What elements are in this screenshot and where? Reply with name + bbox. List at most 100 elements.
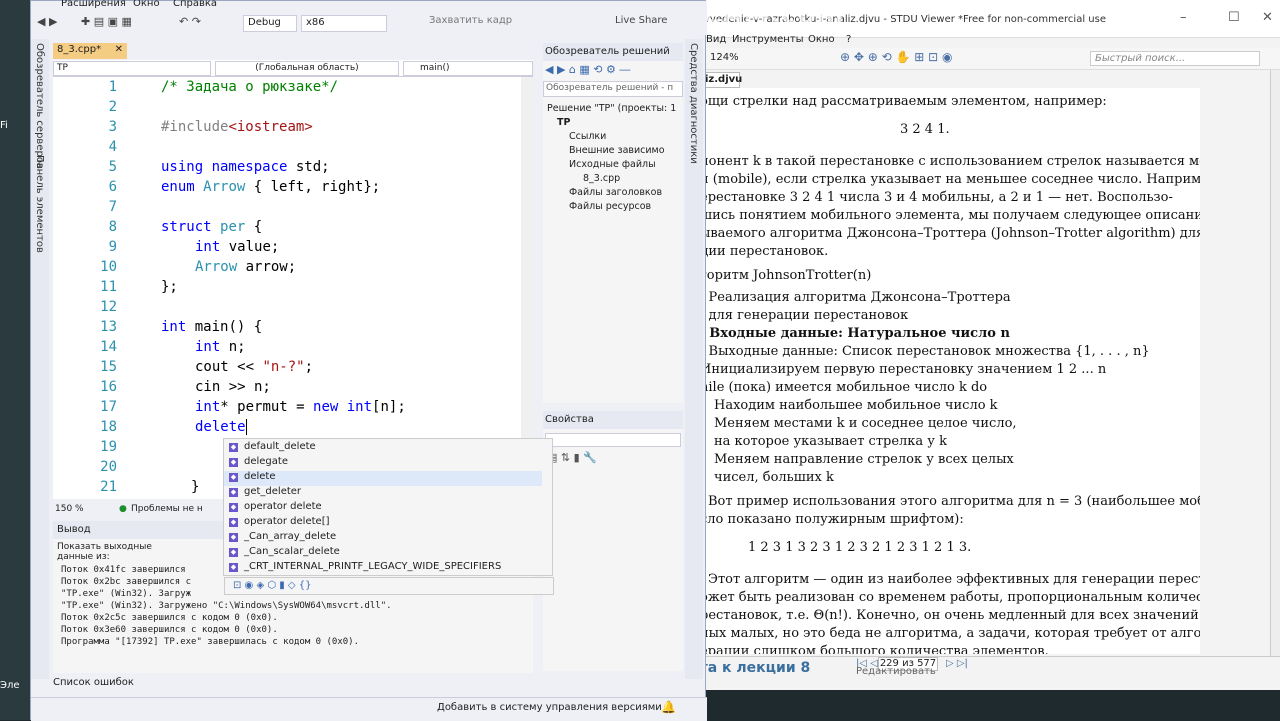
line-number: 15 (100, 359, 117, 375)
member-icon: ◆ (229, 443, 238, 452)
code-keyword: int (195, 239, 221, 255)
config-select[interactable]: Debug (243, 15, 297, 32)
toolbox-tab[interactable]: Панель элементов (34, 155, 45, 253)
add-source-control-button[interactable]: Добавить в систему управления версиями (437, 702, 662, 713)
line-number: 18 (100, 419, 117, 435)
completion-label: _CRT_INTERNAL_PRINTF_LEGACY_WIDE_SPECIFI… (244, 561, 502, 572)
menu-extensions[interactable]: Расширения (61, 0, 126, 9)
page-text-line: ерации слишком большого количества элеме… (700, 644, 1049, 654)
member-icon: ◆ (229, 458, 238, 467)
menu-help[interactable]: Справка (173, 0, 217, 9)
page-text-line: Находим наибольшее мобильное число k (714, 398, 998, 413)
page-text-line: горитм JohnsonTrotter(n) (700, 268, 872, 283)
server-explorer-tab[interactable]: Обозреватель серверов (34, 43, 45, 169)
page-text-line: hile (пока) имеется мобильное число k do (700, 380, 988, 395)
file-tools-icon[interactable]: ✚ ▤ ▣ ▦ (81, 15, 132, 28)
maximize-icon[interactable]: ☐ (1228, 10, 1240, 25)
live-share-button[interactable]: Live Share (615, 15, 667, 26)
page-next-icon[interactable]: ▷ ▷| (946, 658, 968, 669)
desktop-item[interactable]: Эле (0, 680, 28, 694)
code-text: cout << (195, 359, 263, 375)
page-text-line: / для генерации перестановок (700, 308, 909, 323)
line-number: 9 (108, 239, 117, 255)
background-caption: ота к лекции 8 (690, 660, 811, 676)
document-scrollbar[interactable] (1270, 70, 1280, 656)
code-keyword: int (195, 399, 221, 415)
platform-select[interactable]: x86 (301, 15, 387, 32)
completion-filter-bar[interactable]: ⊡ ◉ ◈ ⬡ ▮ ◇ {} (224, 577, 554, 595)
undo-redo-icon[interactable]: ↶ ↷ (179, 15, 201, 28)
solution-node[interactable]: Решение "TP" (проекты: 1 (547, 103, 676, 114)
completion-item[interactable]: ◆ _Can_scalar_delete (224, 546, 542, 561)
scope-dropdown[interactable]: (Глобальная область) (215, 61, 399, 76)
project-node[interactable]: TP (557, 117, 570, 128)
zoom-level[interactable]: 150 % (55, 504, 84, 514)
code-editor[interactable]: 1 2 3 4 5 6 7 8 9 10 11 12 13 14 15 16 17 18 19 20 21 /* Зад… (53, 77, 533, 499)
editor-scrollbar[interactable] (521, 77, 533, 499)
quick-search-input[interactable]: Быстрый поиск... (1090, 51, 1260, 66)
menu-window[interactable]: Окно (808, 34, 835, 45)
properties-sort-icons[interactable]: ▤ ⇅ ▮ 🔧 (547, 451, 597, 464)
output-line: Поток 0x41fc завершился (61, 565, 186, 575)
diagnostic-tools-tab[interactable]: Средства диагностики (688, 43, 699, 164)
desktop-item[interactable]: Fi (0, 120, 28, 134)
completion-label: _Can_array_delete (244, 531, 337, 542)
capture-frame-button[interactable]: Захватить кадр (429, 15, 512, 26)
completion-item[interactable]: ◆ delete (224, 471, 542, 486)
member-dropdown[interactable]: main() (403, 61, 533, 76)
left-tool-rail: Обозреватель серверов Панель элементов (31, 39, 49, 679)
menu-window[interactable]: Окно (133, 0, 160, 9)
code-directive: #include (161, 119, 229, 135)
completion-item[interactable]: ◆ default_delete (224, 441, 542, 456)
completion-item[interactable]: ◆ operator delete (224, 501, 542, 516)
line-number: 11 (100, 279, 117, 295)
zoom-select[interactable]: 124% (710, 52, 739, 63)
nav-back-forward-icon[interactable]: ◀ ▶ (37, 15, 57, 28)
file-node-8-3-cpp[interactable]: 8_3.cpp (583, 173, 620, 184)
menu-help[interactable]: ? (846, 34, 851, 45)
line-number: 6 (108, 179, 117, 195)
code-text: ; (304, 359, 314, 375)
solution-search-input[interactable]: Обозреватель решений - п (543, 81, 683, 97)
page-text-line: Меняем местами k и соседнее целое число, (714, 416, 1017, 431)
completion-label: operator delete[] (244, 516, 330, 527)
completion-item[interactable]: ◆ get_deleter (224, 486, 542, 501)
solution-toolbar-icons[interactable]: ◀ ▶ ⌂ ▦ ⟲ ⚙ ― (545, 63, 630, 76)
code-text: } (191, 479, 200, 495)
header-files-node[interactable]: Файлы заголовков (569, 187, 662, 198)
references-node[interactable]: Ссылки (569, 131, 606, 142)
minimize-icon[interactable]: – (1180, 10, 1187, 25)
line-number: 2 (108, 99, 117, 115)
completion-item[interactable]: ◆ operator delete[] (224, 516, 542, 531)
menu-tools[interactable]: Инструменты (732, 34, 804, 45)
page-text-line: / Выходные данные: Список перестановок м… (700, 344, 1150, 359)
error-list-tab[interactable]: Список ошибок (53, 677, 134, 688)
tab-8-3-cpp[interactable]: 8_3.cpp* ✕ (53, 43, 127, 59)
completion-item[interactable]: ◆ _Can_array_delete (224, 531, 542, 546)
page-text-line: понент k в такой перестановке с использо… (700, 154, 1200, 169)
completion-item[interactable]: ◆ delegate (224, 456, 542, 471)
close-icon[interactable]: ✕ (115, 44, 123, 55)
code-keyword: int (161, 319, 187, 335)
code-text: [n]; (372, 399, 406, 415)
line-number: 8 (108, 219, 117, 235)
code-text: }; (161, 279, 178, 295)
page-text-line: ерестановке 3 2 4 1 числа 3 и 4 мобильны… (700, 190, 1173, 205)
close-icon[interactable]: ✕ (1262, 10, 1273, 25)
document-tab[interactable]: iz.djvu (700, 72, 742, 88)
nav-tools-icon[interactable]: ⊕ ✥ ⊕ ⟲ ✋ ⊞ ⊡ ◉ (840, 50, 952, 64)
resource-files-node[interactable]: Файлы ресурсов (569, 201, 651, 212)
source-files-node[interactable]: Исходные файлы (569, 159, 656, 170)
project-dropdown[interactable]: TP (53, 61, 211, 76)
completion-item[interactable]: ◆ _CRT_INTERNAL_PRINTF_LEGACY_WIDE_SPECIF… (224, 561, 542, 576)
problems-status[interactable]: Проблемы не н (131, 504, 203, 514)
notification-bell-icon[interactable]: 🔔 (661, 700, 676, 714)
external-deps-node[interactable]: Внешние зависимо (569, 145, 665, 156)
page-text-line: и (mobile), если стрелка указывает на ме… (700, 172, 1200, 187)
line-number: 5 (108, 159, 117, 175)
page-text-line: Инициализируем первую перестановку значе… (700, 362, 1107, 377)
menu-view[interactable]: Вид (706, 34, 726, 45)
background-edit-link[interactable]: Редактировать (856, 666, 936, 677)
properties-object-select[interactable] (545, 433, 681, 447)
member-icon: ◆ (229, 563, 238, 572)
